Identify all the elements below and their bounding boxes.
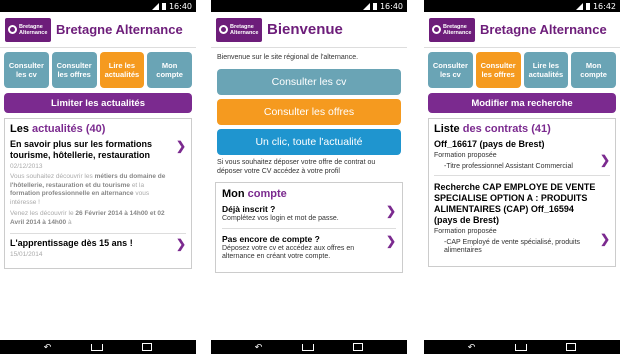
app-header: Bretagne Alternance Bretagne Alternance xyxy=(0,12,196,48)
back-icon[interactable]: ↶ xyxy=(44,342,52,352)
chevron-right-icon: ❯ xyxy=(599,232,610,246)
recent-apps-icon[interactable] xyxy=(566,343,577,351)
tab-consulter-offres[interactable]: Consulter les offres xyxy=(51,52,97,88)
section-title: Mon compte xyxy=(222,188,287,200)
item-subtitle: Complétez vos login et mot de passe. xyxy=(222,215,339,222)
item-date: 02/12/2013 xyxy=(10,163,43,170)
app-title: Bienvenue xyxy=(267,21,343,38)
signal-icon xyxy=(362,2,370,10)
app-header: Bretagne Alternance Bienvenue xyxy=(211,12,407,48)
chevron-right-icon: ❯ xyxy=(599,153,610,167)
screen-contrats: 16:42 Bretagne Alternance Bretagne Altern… xyxy=(424,0,620,354)
clock: 16:40 xyxy=(168,1,192,11)
tab-lire-actualites[interactable]: Lire les actualités xyxy=(523,52,569,88)
item-title: Pas encore de compte ? xyxy=(222,233,320,244)
tab-consulter-offres[interactable]: Consulter les offres xyxy=(475,52,521,88)
actualite-button[interactable]: Un clic, toute l'actualité xyxy=(217,129,401,155)
list-item[interactable]: Off_16617 (pays de Brest) Formation prop… xyxy=(434,139,610,176)
screen-actualites: 16:40 Bretagne Alternance Bretagne Altern… xyxy=(0,0,196,354)
item-title: Recherche CAP EMPLOYE DE VENTE SPECIALIS… xyxy=(434,182,596,225)
tab-consulter-cv[interactable]: Consulter les cv xyxy=(428,52,473,88)
tab-mon-compte[interactable]: Mon compte xyxy=(571,52,616,88)
list-item[interactable]: Recherche CAP EMPLOYE DE VENTE SPECIALIS… xyxy=(434,182,610,256)
item-subtitle: Formation proposée xyxy=(434,228,497,235)
consulter-offres-button[interactable]: Consulter les offres xyxy=(217,99,401,125)
modifier-recherche-button[interactable]: Modifier ma recherche xyxy=(428,93,616,113)
item-subtitle: Formation proposée xyxy=(434,152,497,159)
item-detail: -CAP Employé de vente spécialisé, produi… xyxy=(444,238,581,255)
logo-circle-icon xyxy=(219,25,228,34)
home-icon[interactable] xyxy=(514,343,527,351)
mon-compte-panel: Mon compte Déjà inscrit ? ❯ Complétez vo… xyxy=(215,182,403,273)
status-bar: 16:40 xyxy=(0,0,196,12)
home-icon[interactable] xyxy=(301,343,314,351)
tab-bar: Consulter les cv Consulter les offres Li… xyxy=(0,48,196,88)
app-title: Bretagne Alternance xyxy=(480,22,607,37)
status-bar: 16:42 xyxy=(424,0,620,12)
deja-inscrit-item[interactable]: Déjà inscrit ? ❯ Complétez vos login et … xyxy=(222,204,396,229)
app-title: Bretagne Alternance xyxy=(56,22,183,37)
screen-bienvenue: 16:40 Bretagne Alternance Bienvenue Bienv… xyxy=(211,0,407,354)
item-description: Vous souhaitez découvrir les métiers du … xyxy=(10,173,166,206)
android-nav-bar: ↶ xyxy=(0,340,196,354)
app-header: Bretagne Alternance Bretagne Alternance xyxy=(424,12,620,48)
pas-de-compte-item[interactable]: Pas encore de compte ? ❯ Déposez votre c… xyxy=(222,234,396,262)
battery-icon xyxy=(585,2,590,10)
chevron-right-icon: ❯ xyxy=(175,139,186,153)
item-detail: -Titre professionnel Assistant Commercia… xyxy=(444,162,573,170)
battery-icon xyxy=(161,2,166,10)
consulter-cv-button[interactable]: Consulter les cv xyxy=(217,69,401,95)
clock: 16:40 xyxy=(379,1,403,11)
logo-circle-icon xyxy=(432,25,441,34)
item-title: L'apprentissage dès 15 ans ! xyxy=(10,238,133,248)
item-title: Off_16617 (pays de Brest) xyxy=(434,139,545,149)
home-icon[interactable] xyxy=(90,343,103,351)
intro-text: Bienvenue sur le site régional de l'alte… xyxy=(217,54,359,61)
brand-logo[interactable]: Bretagne Alternance xyxy=(5,17,51,42)
signal-icon xyxy=(151,2,159,10)
section-title: Liste des contrats (41) xyxy=(434,123,551,135)
limiter-actualites-button[interactable]: Limiter les actualités xyxy=(4,93,192,113)
list-item[interactable]: En savoir plus sur les formations touris… xyxy=(10,139,186,227)
back-icon[interactable]: ↶ xyxy=(255,342,263,352)
contrats-list: Liste des contrats (41) Off_16617 (pays … xyxy=(428,118,616,267)
battery-icon xyxy=(372,2,377,10)
recent-apps-icon[interactable] xyxy=(353,343,364,351)
section-title: Les actualités (40) xyxy=(10,123,106,135)
android-nav-bar: ↶ xyxy=(211,340,407,354)
item-title: Déjà inscrit ? xyxy=(222,204,276,214)
brand-logo[interactable]: Bretagne Alternance xyxy=(216,17,262,42)
chevron-right-icon: ❯ xyxy=(175,237,186,251)
profile-note: Si vous souhaitez déposer votre offre de… xyxy=(217,159,376,175)
item-date: 15/01/2014 xyxy=(10,251,43,258)
signal-icon xyxy=(575,2,583,10)
list-item[interactable]: L'apprentissage dès 15 ans ! ❯ 15/01/201… xyxy=(10,233,186,258)
chevron-right-icon: ❯ xyxy=(385,233,396,248)
back-icon[interactable]: ↶ xyxy=(468,342,476,352)
tab-consulter-cv[interactable]: Consulter les cv xyxy=(4,52,49,88)
item-subtitle: Déposez votre cv et accédez aux offres e… xyxy=(222,244,355,261)
chevron-right-icon: ❯ xyxy=(385,204,396,218)
item-description-more: Venez les découvrir le 26 Février 2014 à… xyxy=(10,210,165,226)
clock: 16:42 xyxy=(592,1,616,11)
status-bar: 16:40 xyxy=(211,0,407,12)
brand-logo[interactable]: Bretagne Alternance xyxy=(429,17,475,42)
tab-mon-compte[interactable]: Mon compte xyxy=(147,52,192,88)
recent-apps-icon[interactable] xyxy=(142,343,153,351)
logo-circle-icon xyxy=(8,25,17,34)
item-title: En savoir plus sur les formations touris… xyxy=(10,139,153,160)
actualites-list: Les actualités (40) En savoir plus sur l… xyxy=(4,118,192,269)
tab-bar: Consulter les cv Consulter les offres Li… xyxy=(424,48,620,88)
tab-lire-actualites[interactable]: Lire les actualités xyxy=(99,52,145,88)
android-nav-bar: ↶ xyxy=(424,340,620,354)
